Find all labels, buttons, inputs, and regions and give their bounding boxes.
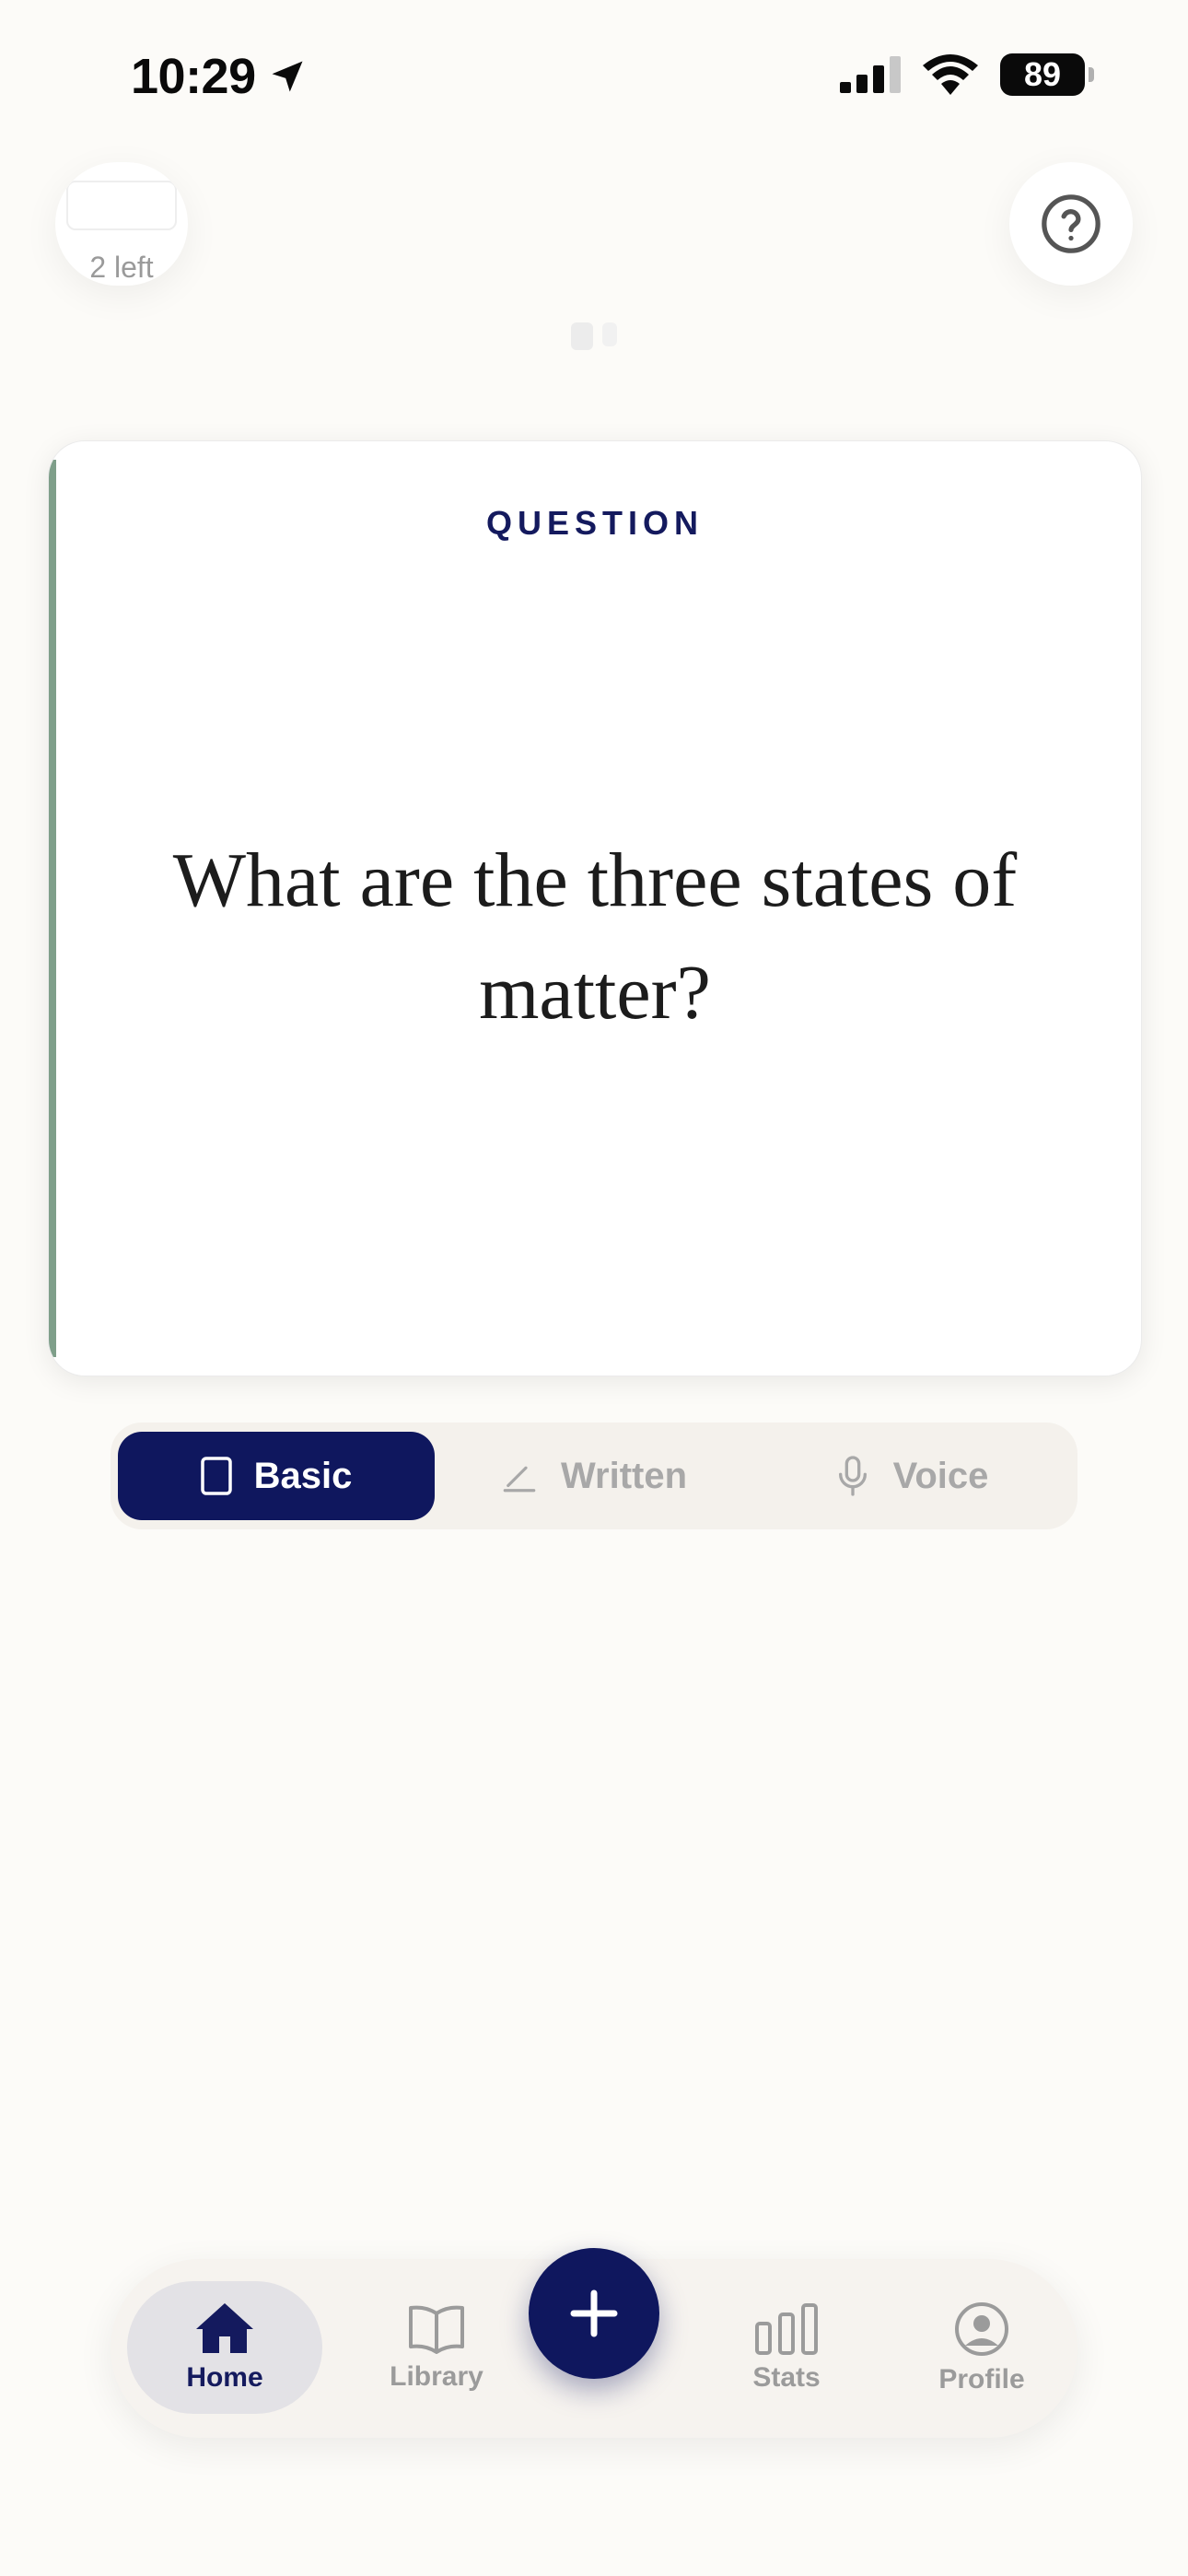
battery-indicator: 89: [1000, 53, 1094, 96]
help-icon: [1042, 194, 1101, 253]
study-mode-selector: Basic Written Voice: [111, 1423, 1077, 1529]
cards-left-button[interactable]: 2 left: [55, 162, 188, 286]
pen-icon: [503, 1466, 536, 1493]
stats-icon: [755, 2303, 818, 2355]
status-indicators: 89: [840, 53, 1094, 96]
card-question-text: What are the three states of matter?: [172, 837, 1018, 1036]
nav-profile-label: Profile: [938, 2364, 1025, 2395]
nav-stats-label: Stats: [752, 2362, 821, 2393]
status-time: 10:29: [131, 48, 308, 105]
plus-icon: [570, 2289, 618, 2337]
mode-voice-label: Voice: [892, 1455, 989, 1496]
battery-level: 89: [1023, 55, 1062, 93]
nav-home[interactable]: Home: [127, 2281, 322, 2414]
cellular-signal-icon: [840, 56, 901, 93]
book-icon: [409, 2305, 464, 2354]
location-arrow-icon: [272, 61, 303, 92]
help-button[interactable]: [1009, 162, 1133, 286]
cards-left-label: 2 left: [89, 251, 154, 284]
nav-profile[interactable]: Profile: [890, 2259, 1074, 2438]
mode-basic-button[interactable]: Basic: [118, 1432, 435, 1520]
mode-voice-button[interactable]: Voice: [752, 1432, 1070, 1520]
nav-library-label: Library: [390, 2361, 483, 2392]
nav-library[interactable]: Library: [344, 2259, 529, 2438]
card-icon: [200, 1457, 232, 1495]
mode-basic-label: Basic: [253, 1455, 353, 1496]
card-accent-stripe: [49, 460, 56, 1357]
card-stack-preview: [66, 181, 177, 230]
page-indicator: [571, 322, 617, 350]
mode-written-label: Written: [560, 1455, 688, 1496]
mode-written-button[interactable]: Written: [435, 1432, 752, 1520]
add-card-button[interactable]: [529, 2248, 659, 2379]
card-side-label: QUESTION: [485, 504, 704, 542]
status-time-text: 10:29: [131, 49, 256, 104]
flashcard[interactable]: QUESTION What are the three states of ma…: [48, 440, 1142, 1376]
mic-icon: [838, 1456, 867, 1496]
nav-home-label: Home: [186, 2362, 263, 2393]
home-icon: [196, 2303, 253, 2353]
nav-stats[interactable]: Stats: [694, 2259, 879, 2438]
profile-icon: [955, 2302, 1008, 2356]
page-dot: [571, 322, 593, 350]
page-dot: [602, 322, 617, 346]
wifi-icon: [923, 54, 978, 95]
